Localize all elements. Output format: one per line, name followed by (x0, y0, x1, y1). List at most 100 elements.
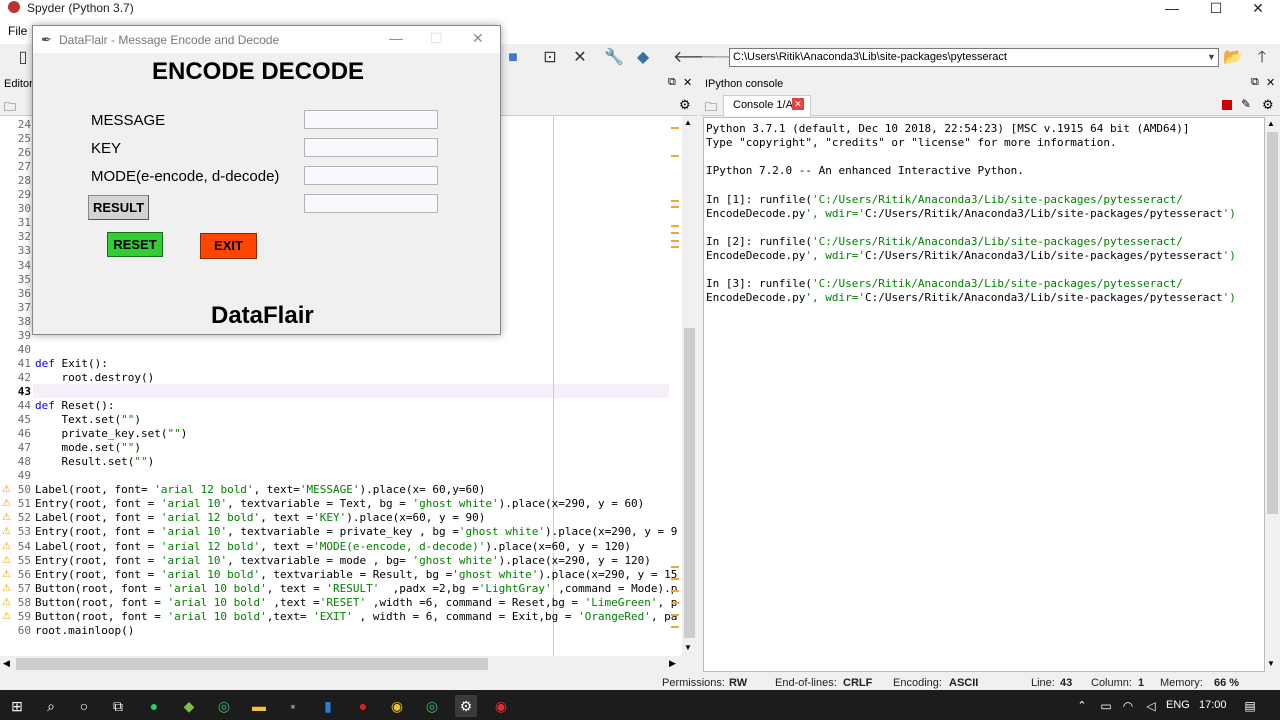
app-icon[interactable]: ▪ (282, 695, 304, 717)
console-scroll-thumb[interactable] (1267, 132, 1278, 514)
editor-scroll-thumb[interactable] (684, 328, 695, 638)
code-line: Button(root, font = 'arial 10 bold',text… (35, 610, 678, 623)
opera-icon[interactable]: ● (352, 695, 374, 717)
line-number: 30 (17, 202, 31, 215)
whatsapp-icon[interactable]: ● (143, 695, 165, 717)
line-number: 47 (17, 441, 31, 454)
console-line: Type "copyright", "credits" or "license"… (706, 136, 1117, 149)
console-line: In [2]: runfile('C:/Users/Ritik/Anaconda… (706, 235, 1183, 248)
line-number: 60 (17, 624, 31, 637)
gear-icon[interactable]: ⚙ (1262, 97, 1274, 113)
app-titlebar (0, 0, 1280, 18)
close-button[interactable]: ✕ (1236, 0, 1280, 18)
warning-icon[interactable]: ⚠ (2, 597, 11, 608)
windows-start-icon[interactable]: ⊞ (6, 695, 28, 717)
warning-icon[interactable]: ⚠ (2, 569, 11, 580)
task-view-icon[interactable]: ⧉ (107, 695, 129, 717)
clear-console-icon[interactable]: ✎ (1241, 97, 1251, 111)
warning-icon[interactable]: ⚠ (2, 611, 11, 622)
result-button[interactable]: RESULT (88, 195, 149, 220)
close-pane-icon[interactable]: ✕ (1266, 76, 1275, 89)
brand-label: DataFlair (211, 302, 314, 329)
clock[interactable]: 17:00 (1199, 699, 1227, 711)
warning-marker (671, 566, 679, 568)
wifi-icon[interactable]: ◠ (1117, 695, 1139, 717)
exit-button[interactable]: EXIT (200, 233, 257, 259)
warning-icon[interactable]: ⚠ (2, 498, 11, 509)
warning-marker (671, 225, 679, 227)
minimize-button[interactable]: — (1150, 0, 1194, 18)
console-line: IPython 7.2.0 -- An enhanced Interactive… (706, 164, 1024, 177)
scroll-left-icon[interactable]: ◀ (3, 658, 10, 669)
browse-tabs-icon[interactable]: 🗀 (705, 98, 717, 119)
language-indicator[interactable]: ENG (1166, 699, 1190, 711)
line-number: 25 (17, 132, 31, 145)
recorder-icon[interactable]: ◉ (490, 695, 512, 717)
chevron-up-icon[interactable]: ⌃ (1071, 695, 1093, 717)
interrupt-kernel-icon[interactable] (1222, 100, 1232, 110)
line-number: 43 (17, 385, 31, 398)
warning-icon[interactable]: ⚠ (2, 583, 11, 594)
fullscreen-icon[interactable]: ✕ (569, 47, 591, 69)
result-output[interactable] (304, 194, 438, 213)
refresh-app-icon[interactable]: ◎ (213, 695, 235, 717)
cortana-icon[interactable]: ○ (73, 695, 95, 717)
editor-hscroll-thumb[interactable] (16, 658, 488, 670)
line-number: 42 (17, 371, 31, 384)
app-icon[interactable]: ◆ (178, 695, 200, 717)
parent-directory-arrow-icon[interactable]: 🡑 (1251, 47, 1273, 69)
chrome-icon[interactable]: ◉ (386, 695, 408, 717)
code-line: Entry(root, font = 'arial 10', textvaria… (35, 525, 678, 538)
undock-icon[interactable]: ⧉ (668, 76, 676, 89)
back-arrow-icon[interactable]: 🡐 (673, 47, 716, 69)
search-icon[interactable]: ⌕ (40, 695, 62, 717)
mode-label: MODE(e-encode, d-decode) (91, 168, 280, 185)
browse-folder-icon[interactable]: 📂 (1222, 47, 1244, 69)
python-path-icon[interactable]: ◆ (632, 47, 654, 69)
word-icon[interactable]: ▮ (317, 695, 339, 717)
volume-icon[interactable]: ◁ (1140, 695, 1162, 717)
memory-label: Memory: (1160, 677, 1203, 689)
warning-icon[interactable]: ⚠ (2, 526, 11, 537)
spyder-taskbar-icon[interactable]: ⚙ (455, 695, 477, 717)
anaconda-icon[interactable]: ◎ (421, 695, 443, 717)
warning-icon[interactable]: ⚠ (2, 541, 11, 552)
tk-close-button[interactable]: ✕ (472, 30, 484, 47)
maximize-button[interactable]: ☐ (1194, 0, 1238, 18)
new-file-icon[interactable]: ▯ (12, 47, 34, 69)
stop-icon[interactable]: ■ (502, 47, 524, 69)
line-number: 29 (17, 188, 31, 201)
battery-icon[interactable]: ▭ (1095, 695, 1117, 717)
scroll-up-icon[interactable]: ▲ (684, 118, 692, 127)
preferences-wrench-icon[interactable]: 🔧 (603, 47, 625, 69)
tk-minimize-button[interactable]: — (389, 30, 403, 46)
warning-marker (671, 614, 679, 616)
line-label: Line: (1031, 677, 1055, 689)
undock-icon[interactable]: ⧉ (1251, 76, 1259, 89)
warning-marker (671, 246, 679, 248)
key-input[interactable] (304, 138, 438, 157)
close-tab-icon[interactable]: ✕ (792, 98, 804, 110)
line-number: 38 (17, 315, 31, 328)
warning-icon[interactable]: ⚠ (2, 555, 11, 566)
scroll-down-icon[interactable]: ▼ (684, 643, 692, 652)
warning-icon[interactable]: ⚠ (2, 484, 11, 495)
chevron-down-icon[interactable]: ▼ (1205, 49, 1218, 66)
gear-icon[interactable]: ⚙ (679, 97, 691, 113)
message-input[interactable] (304, 110, 438, 129)
scroll-up-icon[interactable]: ▲ (1267, 119, 1275, 128)
reset-button[interactable]: RESET (107, 232, 163, 257)
code-line: Entry(root, font = 'arial 10', textvaria… (35, 497, 645, 510)
mode-input[interactable] (304, 166, 438, 185)
tk-maximize-button[interactable]: ☐ (430, 30, 443, 47)
close-pane-icon[interactable]: ✕ (683, 76, 692, 89)
notification-icon[interactable]: ▤ (1239, 695, 1261, 717)
scroll-down-icon[interactable]: ▼ (1267, 659, 1275, 668)
menu-file[interactable]: File (8, 24, 27, 38)
maximize-pane-icon[interactable]: ⊡ (539, 47, 561, 69)
working-directory-input[interactable]: C:\Users\Ritik\Anaconda3\Lib\site-packag… (729, 48, 1219, 67)
scroll-right-icon[interactable]: ▶ (669, 658, 676, 669)
warning-icon[interactable]: ⚠ (2, 512, 11, 523)
forward-arrow-icon[interactable]: 🡒 (700, 47, 743, 69)
file-explorer-icon[interactable]: ▬ (248, 695, 270, 717)
